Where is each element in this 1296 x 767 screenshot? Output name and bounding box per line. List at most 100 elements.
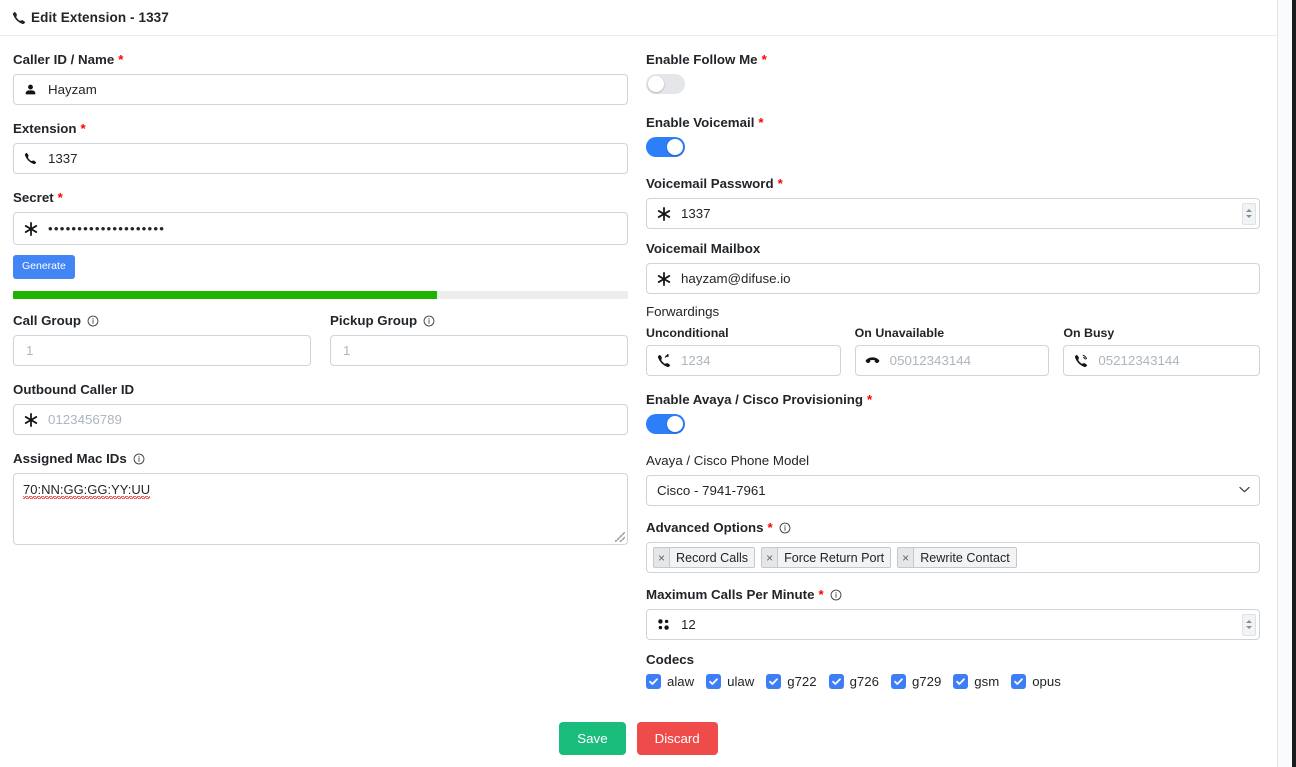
checkbox-g726[interactable] [828,674,844,689]
checkbox-g722[interactable] [766,674,782,689]
right-column: Enable Follow Me * Enable Voicemail * Vo… [646,52,1260,689]
call-group-placeholder: 1 [26,343,34,358]
extension-label-text: Extension [13,121,77,136]
info-icon[interactable] [133,453,145,465]
password-strength-bar [13,291,628,299]
advanced-options-label-text: Advanced Options [646,520,764,535]
info-icon[interactable] [423,315,435,327]
enable-follow-me-toggle[interactable] [646,74,685,94]
codec-ulaw[interactable]: ulaw [706,674,754,689]
checkbox-gsm[interactable] [953,674,969,689]
voicemail-mailbox-label-text: Voicemail Mailbox [646,241,761,256]
forwarding-unconditional-input[interactable]: 1234 [646,345,841,376]
required-marker: * [818,587,824,602]
caller-id-value: Hayzam [48,82,97,97]
forwardings-section-label: Forwardings [646,304,1260,320]
codec-label: opus [1032,674,1061,689]
voicemail-mailbox-input[interactable]: hayzam@difuse.io [646,263,1260,294]
call-group-label-text: Call Group [13,313,81,328]
close-icon[interactable]: × [762,548,779,567]
enable-voicemail-toggle[interactable] [646,137,685,157]
call-group-label: Call Group [13,313,311,329]
enable-voicemail-label-text: Enable Voicemail [646,115,755,130]
voicemail-mailbox-value: hayzam@difuse.io [681,271,791,286]
close-icon[interactable]: × [654,548,670,567]
info-icon[interactable] [87,315,99,327]
required-marker: * [767,520,773,535]
codec-g726[interactable]: g726 [828,674,879,689]
spinner-up-icon[interactable] [1246,209,1252,212]
grid-dots-icon [655,616,672,633]
textarea-resize-handle[interactable] [615,532,625,542]
codec-alaw[interactable]: alaw [646,674,694,689]
forwardings-row: Unconditional 1234 On Unavailable 050123… [646,326,1260,376]
pickup-group-input[interactable]: 1 [330,335,628,366]
phone-model-select[interactable]: Cisco - 7941-7961 [646,475,1260,506]
forwarding-on-busy-input[interactable]: 05212343144 [1063,345,1260,376]
checkbox-g729[interactable] [890,674,906,689]
asterisk-icon [655,205,672,222]
voicemail-password-value: 1337 [681,206,711,221]
caller-id-input[interactable]: Hayzam [13,74,628,105]
extension-input[interactable]: 1337 [13,143,628,174]
password-strength-fill [13,291,438,299]
info-icon[interactable] [779,522,791,534]
enable-provisioning-label: Enable Avaya / Cisco Provisioning * [646,392,1260,408]
number-spinner[interactable] [1242,613,1256,636]
scrollbar-edge [1292,0,1296,767]
voicemail-password-label-text: Voicemail Password [646,176,774,191]
phone-busy-icon [1072,352,1089,369]
window-title: Edit Extension - 1337 [31,10,169,25]
pickup-group-label: Pickup Group [330,313,628,329]
required-marker: * [80,121,86,136]
outbound-caller-id-input[interactable]: 0123456789 [13,404,628,435]
forwarding-unconditional-placeholder: 1234 [681,353,711,368]
call-group-input[interactable]: 1 [13,335,311,366]
chevron-down-icon [1239,485,1250,496]
tag-record-calls[interactable]: × Record Calls [653,547,756,568]
spinner-down-icon[interactable] [1246,626,1252,629]
assigned-mac-ids-label-text: Assigned Mac IDs [13,451,127,466]
spinner-down-icon[interactable] [1246,215,1252,218]
discard-button[interactable]: Discard [636,722,718,755]
spinner-up-icon[interactable] [1246,620,1252,623]
codec-label: ulaw [727,674,755,689]
codec-label: alaw [667,674,695,689]
forwarding-on-unavailable-input[interactable]: 05012343144 [854,345,1050,376]
codec-opus[interactable]: opus [1011,674,1061,689]
required-marker: * [777,176,783,191]
checkbox-alaw[interactable] [646,674,661,689]
checkbox-ulaw[interactable] [706,674,722,689]
voicemail-password-input[interactable]: 1337 [646,198,1260,229]
secret-label-text: Secret [13,190,54,205]
close-icon[interactable]: × [898,548,915,567]
codec-gsm[interactable]: gsm [953,674,999,689]
caller-id-label: Caller ID / Name * [13,52,628,68]
checkbox-opus[interactable] [1011,674,1027,689]
asterisk-icon [22,411,39,428]
enable-follow-me-label: Enable Follow Me * [646,52,1260,68]
enable-provisioning-toggle[interactable] [646,414,685,434]
generate-button[interactable]: Generate [13,255,75,279]
codec-g729[interactable]: g729 [890,674,941,689]
toggle-knob [667,416,683,432]
secret-label: Secret * [13,190,628,206]
vertical-scrollbar[interactable] [1277,0,1296,767]
assigned-mac-ids-textarea[interactable]: 70:NN:GG:GG:YY:UU [13,473,628,545]
required-marker: * [118,52,124,67]
required-marker: * [867,392,873,407]
tag-force-return-port[interactable]: × Force Return Port [761,547,892,568]
secret-input[interactable]: •••••••••••••••••••• [13,212,628,245]
codec-g722[interactable]: g722 [766,674,817,689]
save-button[interactable]: Save [559,722,626,755]
person-icon [22,81,39,98]
codec-label: g722 [787,674,817,689]
max-calls-per-minute-input[interactable]: 12 [646,609,1260,640]
number-spinner[interactable] [1242,202,1256,225]
group-row: Call Group 1 Pickup Group 1 [13,313,628,366]
advanced-options-tagbox[interactable]: × Record Calls × Force Return Port × Rew… [646,542,1260,573]
tag-rewrite-contact[interactable]: × Rewrite Contact [897,547,1017,568]
info-icon[interactable] [830,589,842,601]
forwarding-unconditional-label: Unconditional [646,326,729,340]
forwardings-label-text: Forwardings [646,304,720,319]
